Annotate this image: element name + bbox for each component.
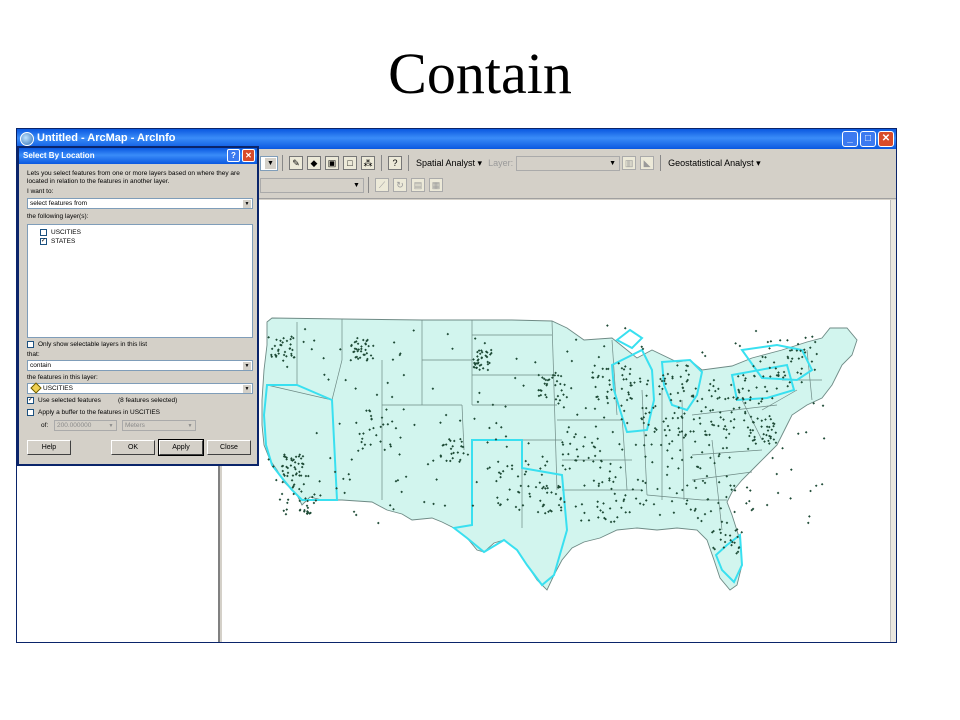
close-button[interactable]: Close bbox=[207, 440, 251, 455]
layer-checkbox-checked[interactable]: ✓ bbox=[40, 237, 47, 245]
use-selected-checkbox[interactable]: ✓ bbox=[27, 396, 34, 404]
slide-title: Contain bbox=[388, 41, 572, 106]
selected-count: (8 features selected) bbox=[118, 397, 178, 404]
features-layer-select[interactable]: USCITIES bbox=[27, 382, 253, 394]
arcmap-globe-icon bbox=[20, 132, 34, 146]
attributes-icon[interactable]: ▤ bbox=[411, 178, 425, 192]
layer-name: STATES bbox=[51, 238, 76, 245]
only-selectable-checkbox[interactable] bbox=[27, 340, 34, 348]
minimize-button[interactable]: _ bbox=[842, 131, 858, 147]
close-window-button[interactable]: ✕ bbox=[878, 131, 894, 147]
close-icon[interactable]: ✕ bbox=[242, 149, 255, 162]
only-selectable-row[interactable]: Only show selectable layers in this list bbox=[27, 340, 147, 350]
network-icon[interactable]: ⁂ bbox=[361, 156, 375, 170]
states-layer bbox=[261, 317, 858, 591]
whats-this-icon[interactable]: ? bbox=[388, 156, 402, 170]
layer-item-states[interactable]: ✓ STATES bbox=[40, 237, 75, 246]
layer-combo[interactable] bbox=[516, 155, 621, 171]
histogram-icon[interactable]: ▥ bbox=[622, 156, 637, 170]
buffer-of-label: of: bbox=[41, 422, 49, 429]
layer-name: USCITIES bbox=[51, 229, 81, 236]
features-layer-label: the features in this layer: bbox=[27, 374, 98, 381]
scale-combo[interactable] bbox=[260, 155, 278, 171]
i-want-to-select[interactable]: select features from bbox=[27, 198, 253, 209]
toolbar-separator bbox=[381, 155, 382, 171]
map-scrollbar[interactable] bbox=[890, 200, 896, 642]
layers-label: the following layer(s): bbox=[27, 213, 89, 220]
that-label: that: bbox=[27, 351, 40, 358]
help-button[interactable]: Help bbox=[27, 440, 71, 455]
window-icon[interactable]: □ bbox=[343, 156, 357, 170]
toolbar-separator bbox=[408, 155, 409, 171]
help-icon[interactable]: ? bbox=[227, 149, 240, 162]
buffer-units-select[interactable]: Meters bbox=[122, 420, 196, 431]
map-view[interactable] bbox=[222, 200, 892, 643]
layers-list[interactable]: USCITIES ✓ STATES bbox=[27, 224, 253, 338]
toolbar-separator bbox=[660, 155, 662, 171]
only-selectable-label: Only show selectable layers in this list bbox=[38, 341, 148, 348]
layer-label: Layer: bbox=[488, 158, 514, 168]
target-combo[interactable] bbox=[260, 177, 364, 193]
add-data-icon[interactable]: ◆ bbox=[307, 156, 321, 170]
ok-button[interactable]: OK bbox=[111, 440, 155, 455]
spatial-tool-icon[interactable]: ◣ bbox=[640, 156, 655, 170]
sketch-properties-icon[interactable]: ▦ bbox=[429, 178, 443, 192]
dialog-description: Lets you select features from one or mor… bbox=[27, 170, 240, 185]
editor-pencil-icon[interactable]: ✎ bbox=[289, 156, 303, 170]
point-layer-icon bbox=[30, 382, 42, 394]
buffer-label: Apply a buffer to the features in USCITI… bbox=[38, 409, 160, 416]
toolbar-separator bbox=[368, 177, 369, 193]
buffer-checkbox[interactable] bbox=[27, 408, 34, 416]
relation-select[interactable]: contain bbox=[27, 360, 253, 371]
features-layer-value: USCITIES bbox=[43, 385, 73, 392]
i-want-to-label: I want to: bbox=[27, 188, 54, 195]
use-selected-label: Use selected features bbox=[38, 397, 101, 404]
dialog-titlebar[interactable]: Select By Location ? ✕ bbox=[19, 148, 257, 164]
apply-button[interactable]: Apply bbox=[158, 439, 204, 456]
buffer-row[interactable]: Apply a buffer to the features in USCITI… bbox=[27, 408, 160, 418]
use-selected-row[interactable]: ✓ Use selected features bbox=[27, 396, 101, 406]
select-by-location-dialog: Select By Location ? ✕ Lets you select f… bbox=[17, 146, 259, 466]
layer-checkbox[interactable] bbox=[40, 228, 47, 236]
spatial-analyst-menu[interactable]: Spatial Analyst ▾ bbox=[416, 158, 482, 169]
dialog-title: Select By Location bbox=[23, 151, 95, 160]
us-map[interactable] bbox=[222, 200, 892, 643]
window-title: Untitled - ArcMap - ArcInfo bbox=[37, 132, 176, 144]
maximize-button[interactable]: □ bbox=[860, 131, 876, 147]
layer-item-uscities[interactable]: USCITIES bbox=[40, 228, 81, 237]
buffer-distance-input[interactable]: 200.000000 bbox=[54, 420, 117, 431]
sketch-icon[interactable]: ⟋ bbox=[375, 178, 389, 192]
toolbar-separator bbox=[282, 155, 283, 171]
geostatistical-analyst-menu[interactable]: Geostatistical Analyst ▾ bbox=[668, 158, 761, 169]
rotate-icon[interactable]: ↻ bbox=[393, 178, 407, 192]
arctoolbox-icon[interactable]: ▣ bbox=[325, 156, 339, 170]
